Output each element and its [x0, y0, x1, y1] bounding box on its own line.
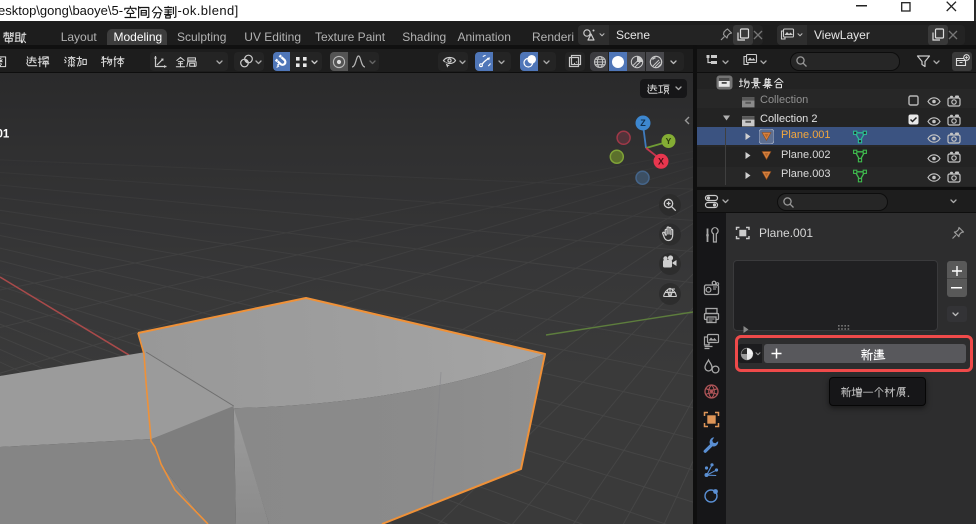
- svg-text:01: 01: [0, 129, 10, 141]
- svg-text:Y: Y: [666, 136, 672, 146]
- svg-text:X: X: [658, 157, 664, 167]
- svg-text:Z: Z: [640, 118, 646, 128]
